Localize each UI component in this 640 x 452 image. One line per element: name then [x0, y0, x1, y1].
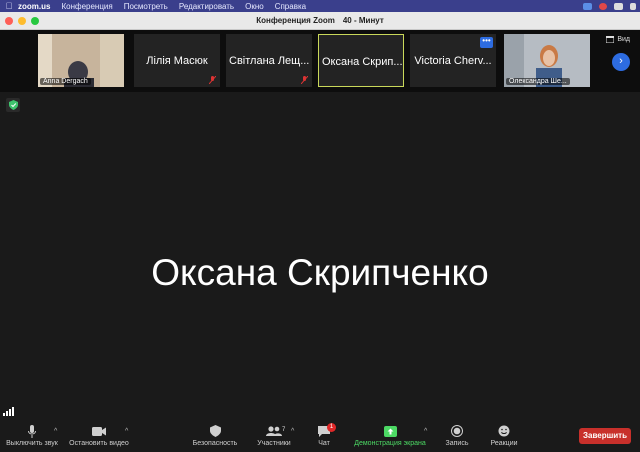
menu-bar:  zoom.us Конференция Посмотреть Редакти…: [0, 0, 640, 12]
participant-name: Світлана Лещ...: [229, 55, 310, 67]
participant-strip: Anna Dergach Лілія Масюк Світлана Лещ...…: [0, 30, 640, 92]
reactions-label: Реакции: [490, 440, 518, 447]
active-speaker-stage: Оксана Скрипченко: [0, 92, 640, 422]
reactions-button[interactable]: Реакции: [488, 424, 520, 447]
chat-unread-badge: 1: [327, 423, 336, 432]
status-wifi-icon[interactable]: [614, 2, 623, 10]
participants-button[interactable]: Участники: [252, 424, 296, 447]
share-screen-button[interactable]: Демонстрация экрана: [350, 424, 430, 447]
participants-label: Участники: [257, 440, 291, 447]
encryption-shield-icon[interactable]: [6, 98, 20, 112]
chat-label: Чат: [318, 440, 330, 447]
menu-help[interactable]: Справка: [275, 2, 306, 11]
participant-name-label: Anna Dergach: [40, 78, 91, 85]
grid-view-icon: [606, 36, 615, 43]
connection-signal-icon[interactable]: [3, 407, 14, 416]
chat-button[interactable]: Чат 1: [312, 423, 336, 447]
participant-tile-oleksandra[interactable]: Олександра Ше...: [504, 34, 590, 87]
smiley-face-icon: [498, 425, 510, 437]
end-meeting-button[interactable]: Завершить: [579, 428, 631, 444]
record-icon: [451, 425, 463, 437]
participants-count: 7: [282, 427, 286, 433]
participant-tile-anna[interactable]: Anna Dergach: [38, 34, 124, 87]
mic-muted-icon: [209, 76, 216, 84]
participants-options-caret-icon[interactable]: ^: [291, 428, 294, 435]
shield-icon: [209, 425, 221, 437]
audio-options-caret-icon[interactable]: ^: [54, 428, 57, 435]
mute-button[interactable]: Выключить звук: [4, 424, 60, 447]
window-title-text: Конференция Zoom: [256, 16, 335, 25]
participant-tile-liliia[interactable]: Лілія Масюк: [134, 34, 220, 87]
participant-tile-victoria[interactable]: Victoria Cherv... •••: [410, 34, 496, 87]
stop-video-label: Остановить видео: [69, 440, 129, 447]
status-notification-icon[interactable]: [599, 2, 607, 10]
record-button[interactable]: Запись: [442, 424, 472, 447]
more-options-icon[interactable]: •••: [480, 37, 493, 48]
menu-status-icons: [583, 0, 636, 12]
meeting-timer: 40 - Минут: [342, 16, 384, 25]
window-title: Конференция Zoom 40 - Минут: [0, 16, 640, 25]
view-button[interactable]: Вид: [606, 36, 630, 43]
mic-muted-icon: [301, 76, 308, 84]
share-screen-icon: [383, 425, 397, 437]
status-app-icon[interactable]: [583, 2, 592, 10]
participant-tile-svitlana[interactable]: Світлана Лещ...: [226, 34, 312, 87]
apple-icon[interactable]: : [0, 1, 18, 11]
participant-name: Victoria Cherv...: [414, 55, 492, 67]
window-titlebar: Конференция Zoom 40 - Минут: [0, 12, 640, 30]
participant-name: Лілія Масюк: [146, 55, 208, 67]
participant-name: Оксана Скрип...: [322, 56, 403, 68]
menu-window[interactable]: Окно: [245, 2, 264, 11]
active-speaker-name: Оксана Скрипченко: [151, 252, 489, 293]
mute-label: Выключить звук: [6, 440, 58, 447]
share-screen-label: Демонстрация экрана: [354, 440, 426, 447]
view-label: Вид: [617, 36, 630, 43]
participants-icon: [266, 426, 282, 436]
participant-name-label: Олександра Ше...: [506, 78, 570, 85]
menu-view[interactable]: Посмотреть: [124, 2, 168, 11]
record-label: Запись: [445, 440, 469, 447]
stop-video-button[interactable]: Остановить видео: [68, 424, 130, 447]
menu-edit[interactable]: Редактировать: [179, 2, 234, 11]
status-extra-icon[interactable]: [630, 2, 636, 10]
security-button[interactable]: Безопасность: [190, 424, 240, 447]
meeting-toolbar: Выключить звук ^ Остановить видео ^ Безо…: [0, 422, 640, 452]
participant-tile-oksana[interactable]: Оксана Скрип...: [318, 34, 404, 87]
video-camera-icon: [92, 426, 106, 436]
menu-conference[interactable]: Конференция: [61, 2, 112, 11]
menu-app[interactable]: zoom.us: [18, 2, 50, 11]
microphone-icon: [28, 424, 36, 438]
share-options-caret-icon[interactable]: ^: [424, 428, 427, 435]
video-options-caret-icon[interactable]: ^: [125, 428, 128, 435]
chevron-right-icon[interactable]: ›: [612, 53, 630, 71]
security-label: Безопасность: [192, 440, 238, 447]
